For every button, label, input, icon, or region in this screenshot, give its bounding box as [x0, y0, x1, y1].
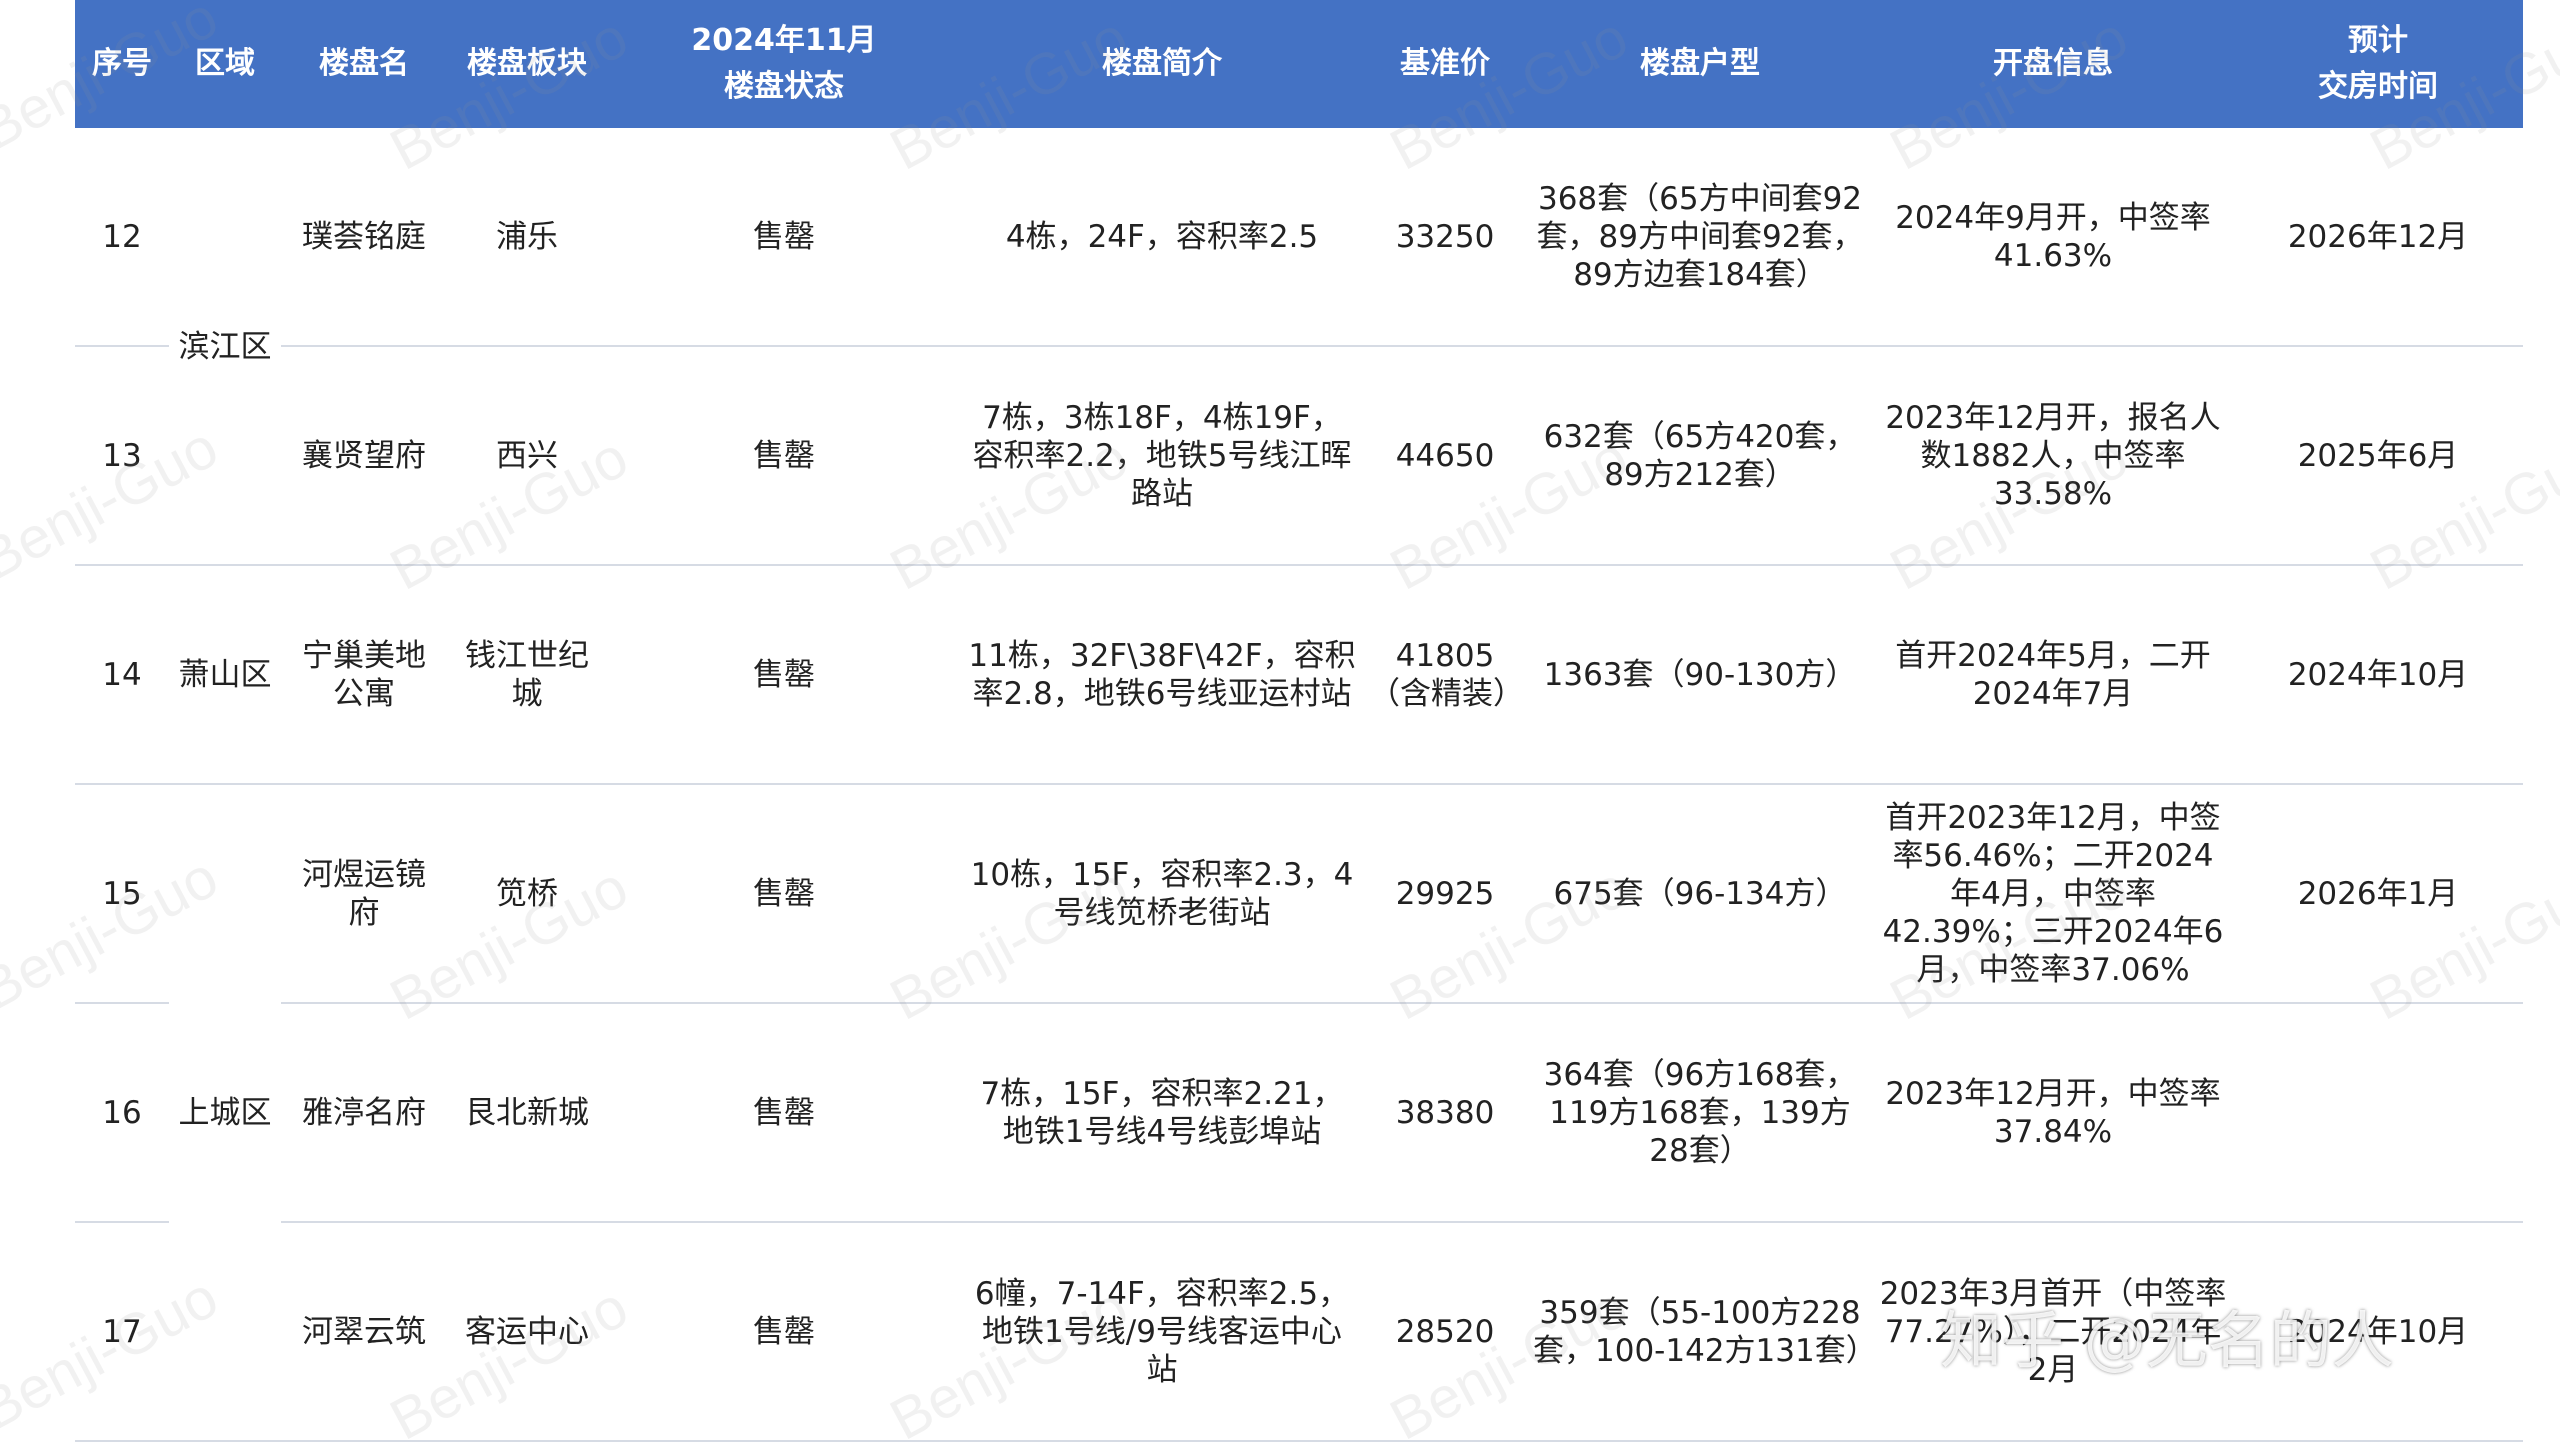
header-units: 楼盘户型 [1527, 0, 1873, 128]
cell-delivery: 2025年6月 [2233, 346, 2523, 566]
district-label: 滨江区 [178, 329, 272, 365]
cell-name: 雅渟名府 [281, 1003, 447, 1223]
header-opening: 开盘信息 [1873, 0, 2233, 128]
cell-opening: 2024年9月开，中签率41.63% [1873, 128, 2233, 347]
header-district: 区域 [169, 0, 281, 128]
cell-no: 14 [75, 565, 169, 785]
cell-price: 29925 [1363, 784, 1527, 1004]
table-row: 12 滨江区 璞荟铭庭 浦乐 售罄 4栋，24F，容积率2.5 33250 36… [75, 128, 2523, 365]
cell-intro: 7栋，3栋18F，4栋19F，容积率2.2，地铁5号线江晖路站 [961, 346, 1363, 566]
cell-block: 笕桥 [447, 784, 607, 1004]
cell-district [169, 346, 281, 566]
cell-district: 萧山区 [169, 565, 281, 785]
cell-name: 河煜运镜府 [281, 784, 447, 1004]
cell-intro: 6幢，7-14F，容积率2.5，地铁1号线/9号线客运中心站 [961, 1222, 1363, 1442]
cell-district [169, 784, 281, 1003]
cell-status: 售罄 [607, 565, 961, 785]
cell-units: 364套（96方168套，119方168套，139方28套） [1527, 1003, 1873, 1223]
header-row: 序号 区域 楼盘名 楼盘板块 2024年11月 楼盘状态 楼盘简介 基准价 楼盘… [75, 0, 2523, 128]
header-delivery: 预计 交房时间 [2233, 0, 2523, 128]
cell-name: 璞荟铭庭 [281, 128, 447, 347]
cell-status: 售罄 [607, 1003, 961, 1223]
cell-status: 售罄 [607, 346, 961, 566]
header-block: 楼盘板块 [447, 0, 607, 128]
cell-block: 客运中心 [447, 1222, 607, 1442]
cell-district [169, 1222, 281, 1442]
cell-block: 钱江世纪城 [447, 565, 607, 785]
cell-name: 河翠云筑 [281, 1222, 447, 1442]
header-status-line1: 2024年11月 [691, 23, 877, 58]
cell-price: 41805（含精装） [1363, 565, 1527, 785]
cell-block: 浦乐 [447, 128, 607, 347]
header-price: 基准价 [1363, 0, 1527, 128]
header-status-line2: 楼盘状态 [724, 69, 844, 104]
cell-block: 西兴 [447, 346, 607, 566]
cell-delivery: 2024年10月 [2233, 565, 2523, 785]
cell-opening: 2023年12月开，报名人数1882人，中签率33.58% [1873, 346, 2233, 566]
cell-no: 16 [75, 1003, 169, 1223]
table-row: 14 萧山区 宁巢美地公寓 钱江世纪城 售罄 11栋，32F\38F\42F，容… [75, 565, 2523, 785]
zhihu-watermark: 知乎 @无名的人 [1940, 1304, 2394, 1377]
cell-status: 售罄 [607, 784, 961, 1004]
cell-price: 28520 [1363, 1222, 1527, 1442]
table-row: 16 上城区 雅渟名府 艮北新城 售罄 7栋，15F，容积率2.21，地铁1号线… [75, 1003, 2523, 1223]
header-delivery-line2: 交房时间 [2318, 69, 2438, 104]
table-row: 15 河煜运镜府 笕桥 售罄 10栋，15F，容积率2.3，4号线笕桥老街站 2… [75, 784, 2523, 1004]
cell-opening: 首开2024年5月，二开2024年7月 [1873, 565, 2233, 785]
cell-price: 38380 [1363, 1003, 1527, 1223]
cell-intro: 10栋，15F，容积率2.3，4号线笕桥老街站 [961, 784, 1363, 1004]
cell-name: 襄贤望府 [281, 346, 447, 566]
cell-price: 33250 [1363, 128, 1527, 347]
cell-delivery [2233, 1003, 2523, 1223]
property-table: 序号 区域 楼盘名 楼盘板块 2024年11月 楼盘状态 楼盘简介 基准价 楼盘… [75, 0, 2523, 1442]
cell-district: 滨江区 [169, 128, 281, 365]
cell-intro: 11栋，32F\38F\42F，容积率2.8，地铁6号线亚运村站 [961, 565, 1363, 785]
cell-status: 售罄 [607, 128, 961, 347]
cell-no: 15 [75, 784, 169, 1004]
cell-opening: 2023年12月开，中签率37.84% [1873, 1003, 2233, 1223]
cell-units: 675套（96-134方） [1527, 784, 1873, 1004]
cell-units: 1363套（90-130方） [1527, 565, 1873, 785]
cell-units: 632套（65方420套，89方212套） [1527, 346, 1873, 566]
header-intro: 楼盘简介 [961, 0, 1363, 128]
cell-units: 368套（65方中间套92套，89方中间套92套，89方边套184套） [1527, 128, 1873, 347]
cell-name: 宁巢美地公寓 [281, 565, 447, 785]
cell-district: 上城区 [178, 1094, 272, 1131]
cell-block: 艮北新城 [447, 1003, 607, 1223]
cell-price: 44650 [1363, 346, 1527, 566]
cell-delivery: 2026年1月 [2233, 784, 2523, 1004]
cell-opening: 首开2023年12月，中签率56.46%；二开2024年4月，中签率42.39%… [1873, 784, 2233, 1004]
header-no: 序号 [75, 0, 169, 128]
cell-intro: 4栋，24F，容积率2.5 [961, 128, 1363, 347]
cell-intro: 7栋，15F，容积率2.21，地铁1号线4号线彭埠站 [961, 1003, 1363, 1223]
table-row: 13 襄贤望府 西兴 售罄 7栋，3栋18F，4栋19F，容积率2.2，地铁5号… [75, 346, 2523, 566]
cell-no: 13 [75, 346, 169, 566]
cell-delivery: 2026年12月 [2233, 128, 2523, 347]
cell-units: 359套（55-100方228套，100-142方131套） [1527, 1222, 1873, 1442]
cell-no: 12 [75, 128, 169, 347]
cell-no: 17 [75, 1222, 169, 1442]
header-delivery-line1: 预计 [2348, 23, 2408, 58]
header-name: 楼盘名 [281, 0, 447, 128]
cell-status: 售罄 [607, 1222, 961, 1442]
header-status: 2024年11月 楼盘状态 [607, 0, 961, 128]
